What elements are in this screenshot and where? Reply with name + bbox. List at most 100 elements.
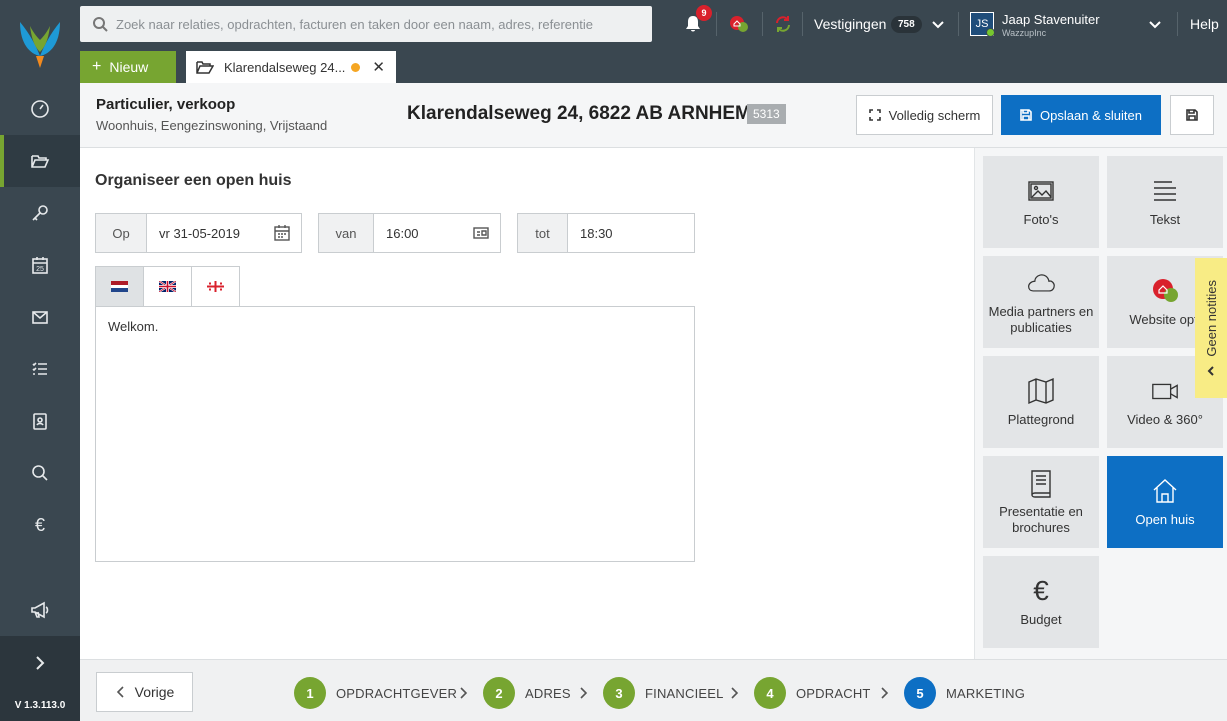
nav-tasks[interactable] — [0, 343, 80, 395]
divider — [762, 12, 763, 36]
step-label: OPDRACHT — [796, 685, 871, 701]
tile-label: Website opti — [1129, 312, 1201, 327]
time-picker-icon[interactable] — [472, 224, 490, 242]
expand-icon — [868, 109, 881, 121]
step-label: OPDRACHTGEVER — [336, 685, 458, 701]
vestigingen-count: 758 — [891, 16, 922, 33]
editor-text: Welkom. — [108, 319, 159, 334]
book-icon — [1031, 470, 1051, 498]
tab-property[interactable]: Klarendalseweg 24... ✕ — [186, 51, 396, 83]
tile-label: Tekst — [1149, 212, 1181, 227]
user-menu-dropdown[interactable] — [1148, 17, 1162, 31]
step-label: MARKETING — [946, 685, 1026, 701]
tab-language-other[interactable] — [191, 266, 240, 306]
nav-marketing[interactable] — [0, 584, 80, 636]
vestigingen-label[interactable]: Vestigingen — [814, 0, 886, 48]
tab-language-nl[interactable] — [95, 266, 144, 306]
previous-button[interactable]: Vorige — [96, 672, 193, 712]
save-icon — [1186, 109, 1198, 121]
folder-open-icon — [196, 61, 214, 74]
nav-contacts[interactable] — [0, 395, 80, 447]
tile-label: Budget — [1020, 612, 1062, 627]
object-type: Particulier, verkoop — [96, 96, 236, 113]
wizard-step-5[interactable]: 5 MARKETING — [904, 677, 1025, 709]
nav-mail[interactable] — [0, 291, 80, 343]
tile-open-house[interactable]: Open huis — [1107, 456, 1223, 548]
nav-finance[interactable]: € — [0, 499, 80, 551]
notes-toggle[interactable]: Geen notities — [1195, 258, 1227, 398]
wizard-step-4[interactable]: 4 OPDRACHT — [754, 677, 871, 709]
date-input[interactable]: vr 31-05-2019 — [147, 214, 301, 252]
nav-calendar[interactable]: 25 — [0, 239, 80, 291]
tile-budget[interactable]: € Budget — [983, 556, 1099, 648]
chevron-right-icon — [36, 656, 45, 670]
tile-label: Media partners en publicaties — [988, 304, 1094, 335]
user-name[interactable]: Jaap Stavenuiter — [1002, 12, 1100, 27]
to-time-field: tot 18:30 — [517, 213, 695, 253]
video-icon — [1152, 383, 1178, 400]
tile-media-partners[interactable]: Media partners en publicaties — [983, 256, 1099, 348]
nav-dashboard[interactable] — [0, 83, 80, 135]
save-button[interactable] — [1170, 95, 1214, 135]
nav-keys[interactable] — [0, 187, 80, 239]
sync-button[interactable] — [770, 0, 796, 48]
from-time-field: van 16:00 — [318, 213, 501, 253]
tile-floorplan[interactable]: Plattegrond — [983, 356, 1099, 448]
nav-opdrachten[interactable] — [0, 135, 80, 187]
wizard-step-3[interactable]: 3 FINANCIEEL — [603, 677, 724, 709]
photos-icon — [1028, 181, 1054, 201]
object-subtype: Woonhuis, Eengezinswoning, Vrijstaand — [96, 118, 328, 133]
global-search — [80, 6, 652, 42]
svg-text:25: 25 — [36, 266, 44, 273]
step-label: ADRES — [525, 685, 571, 701]
flag-other-icon — [207, 281, 224, 292]
to-label: tot — [518, 214, 568, 252]
step-number: 5 — [904, 677, 936, 709]
notes-label: Geen notities — [1203, 279, 1219, 357]
close-icon[interactable]: ✕ — [372, 58, 385, 76]
search-input[interactable] — [116, 16, 626, 32]
tab-bar: + Nieuw Klarendalseweg 24... ✕ — [80, 48, 1227, 83]
object-header: Particulier, verkoop Woonhuis, Eengezins… — [80, 83, 1227, 148]
calendar-icon: 25 — [32, 257, 48, 274]
chevron-right-icon — [458, 686, 468, 700]
previous-label: Vorige — [134, 684, 175, 700]
website-icon — [730, 16, 748, 32]
step-label: FINANCIEEL — [645, 685, 724, 701]
tile-text[interactable]: Tekst — [1107, 156, 1223, 248]
nav-search[interactable] — [0, 447, 80, 499]
app-logo[interactable] — [0, 0, 80, 83]
website-icon — [1153, 279, 1178, 302]
divider — [802, 12, 803, 36]
tile-brochures[interactable]: Presentatie en brochures — [983, 456, 1099, 548]
fullscreen-button[interactable]: Volledig scherm — [856, 95, 993, 135]
contacts-icon — [33, 413, 47, 430]
save-icon — [1020, 109, 1032, 121]
wizard-step-2[interactable]: 2 ADRES — [483, 677, 571, 709]
tile-label: Open huis — [1135, 512, 1195, 527]
marketing-panel: Foto's Tekst Media partners en publicati… — [974, 148, 1227, 659]
sidebar-expand-button[interactable] — [0, 636, 80, 690]
user-org: WazzupInc — [1002, 28, 1047, 38]
date-value: vr 31-05-2019 — [159, 225, 240, 241]
welcome-text-editor[interactable]: Welkom. — [95, 306, 695, 562]
flag-nl-icon — [111, 281, 128, 292]
tab-language-en[interactable] — [143, 266, 192, 306]
house-icon — [1153, 479, 1177, 503]
help-link[interactable]: Help — [1190, 0, 1219, 48]
save-close-button[interactable]: Opslaan & sluiten — [1001, 95, 1161, 135]
wizard-step-1[interactable]: 1 OPDRACHTGEVER — [294, 677, 457, 709]
calendar-icon[interactable] — [273, 224, 291, 242]
to-time-value: 18:30 — [580, 225, 613, 241]
vestigingen-dropdown[interactable] — [931, 17, 945, 31]
from-time-input[interactable]: 16:00 — [374, 214, 500, 252]
step-number: 1 — [294, 677, 326, 709]
new-button[interactable]: + Nieuw — [80, 51, 176, 83]
search-icon — [93, 17, 108, 32]
step-number: 2 — [483, 677, 515, 709]
website-status-button[interactable] — [726, 0, 752, 48]
tile-photos[interactable]: Foto's — [983, 156, 1099, 248]
to-time-input[interactable]: 18:30 — [568, 214, 694, 252]
tile-label: Foto's — [1023, 212, 1059, 227]
sidebar: 25 € V 1.3.113.0 — [0, 0, 80, 721]
